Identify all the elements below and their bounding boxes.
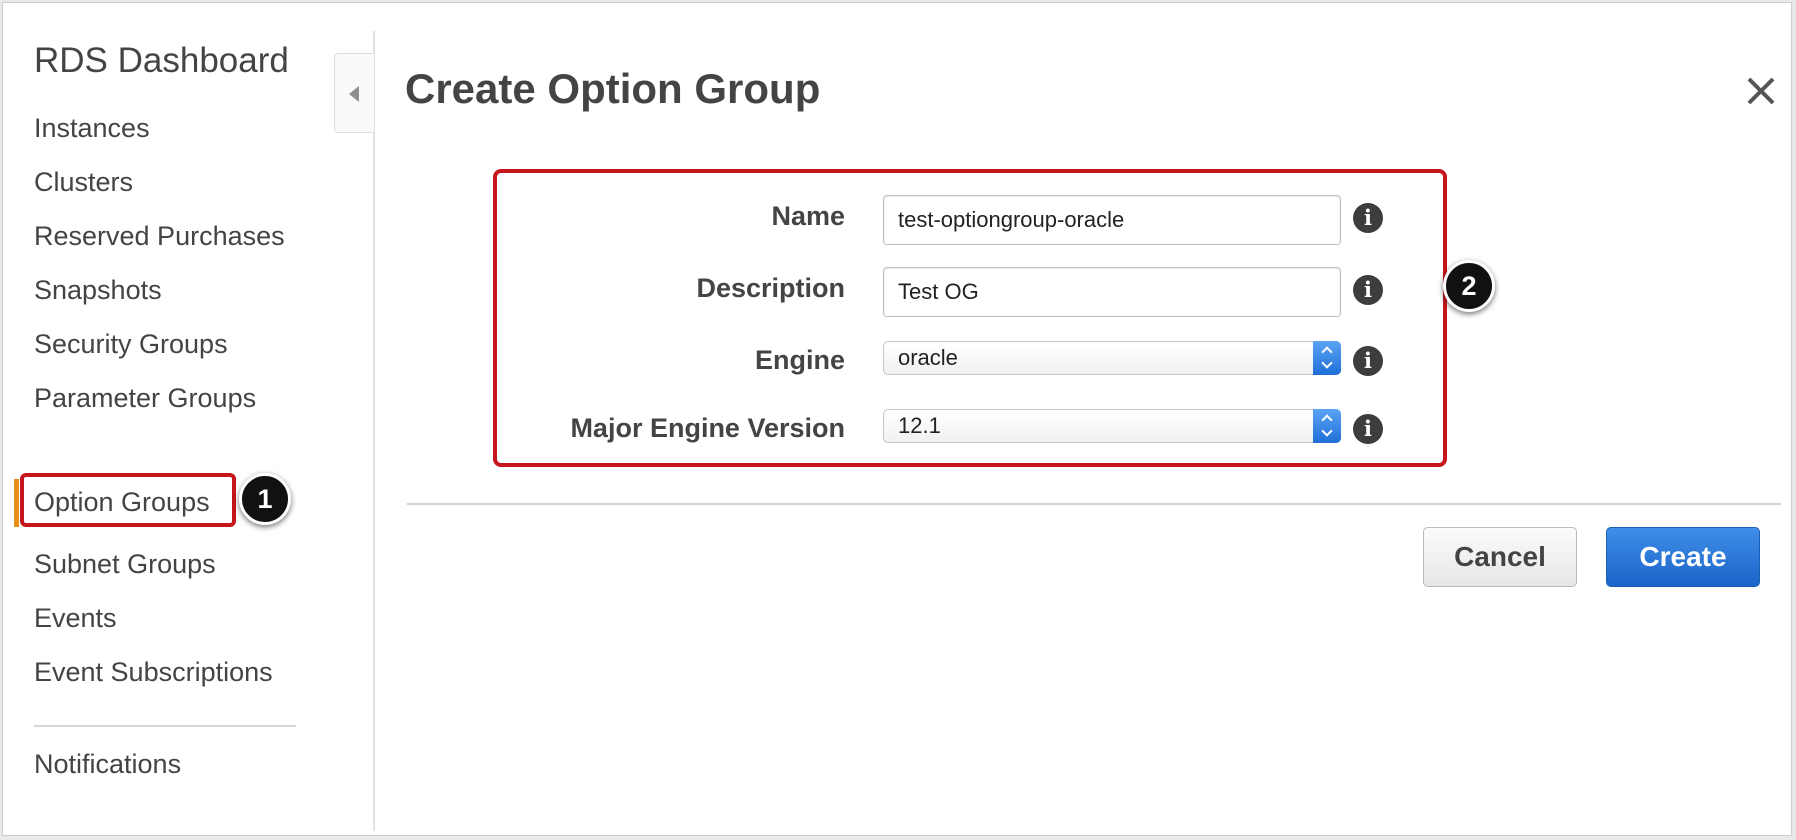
app-window: RDS Dashboard Instances Clusters Reserve… bbox=[2, 2, 1792, 836]
engine-info-icon[interactable]: i bbox=[1353, 346, 1383, 376]
engine-label: Engine bbox=[754, 345, 845, 375]
sidebar-item-option-groups[interactable]: Option Groups bbox=[34, 487, 210, 518]
sidebar-item-reserved-purchases[interactable]: Reserved Purchases bbox=[34, 221, 285, 252]
engine-select-value: oracle bbox=[898, 345, 958, 370]
dialog-divider bbox=[407, 503, 1781, 505]
sidebar-item-security-groups[interactable]: Security Groups bbox=[34, 329, 228, 360]
dialog-title: Create Option Group bbox=[405, 65, 821, 112]
name-info-icon[interactable]: i bbox=[1353, 203, 1383, 233]
engine-select[interactable]: oracle bbox=[883, 341, 1341, 375]
create-button[interactable]: Create bbox=[1606, 527, 1760, 587]
select-arrows-icon bbox=[1313, 341, 1341, 375]
sidebar: RDS Dashboard Instances Clusters Reserve… bbox=[3, 3, 375, 835]
sidebar-title[interactable]: RDS Dashboard bbox=[34, 41, 289, 81]
close-icon[interactable] bbox=[1741, 71, 1781, 111]
collapse-left-icon bbox=[349, 86, 359, 102]
sidebar-item-event-subscriptions[interactable]: Event Subscriptions bbox=[34, 657, 273, 688]
active-item-indicator bbox=[14, 479, 19, 527]
sidebar-item-snapshots[interactable]: Snapshots bbox=[34, 275, 162, 306]
description-info-icon[interactable]: i bbox=[1353, 275, 1383, 305]
name-label: Name bbox=[771, 201, 845, 231]
callout-badge-1: 1 bbox=[239, 473, 291, 525]
major-engine-version-info-icon[interactable]: i bbox=[1353, 414, 1383, 444]
sidebar-border bbox=[373, 31, 375, 831]
collapse-sidebar-button[interactable] bbox=[334, 53, 374, 133]
select-arrows-icon bbox=[1313, 409, 1341, 443]
sidebar-item-instances[interactable]: Instances bbox=[34, 113, 150, 144]
sidebar-item-notifications[interactable]: Notifications bbox=[34, 749, 181, 780]
description-input[interactable]: Test OG bbox=[883, 267, 1341, 317]
major-engine-version-select[interactable]: 12.1 bbox=[883, 409, 1341, 443]
description-label: Description bbox=[696, 273, 845, 303]
major-engine-version-label: Major Engine Version bbox=[570, 413, 845, 443]
major-engine-version-select-value: 12.1 bbox=[898, 413, 941, 438]
sidebar-item-parameter-groups[interactable]: Parameter Groups bbox=[34, 383, 256, 414]
cancel-button[interactable]: Cancel bbox=[1423, 527, 1577, 587]
sidebar-item-events[interactable]: Events bbox=[34, 603, 117, 634]
name-input[interactable]: test-optiongroup-oracle bbox=[883, 195, 1341, 245]
sidebar-item-clusters[interactable]: Clusters bbox=[34, 167, 133, 198]
sidebar-item-subnet-groups[interactable]: Subnet Groups bbox=[34, 549, 216, 580]
callout-badge-2: 2 bbox=[1443, 260, 1495, 312]
sidebar-divider bbox=[34, 725, 296, 727]
